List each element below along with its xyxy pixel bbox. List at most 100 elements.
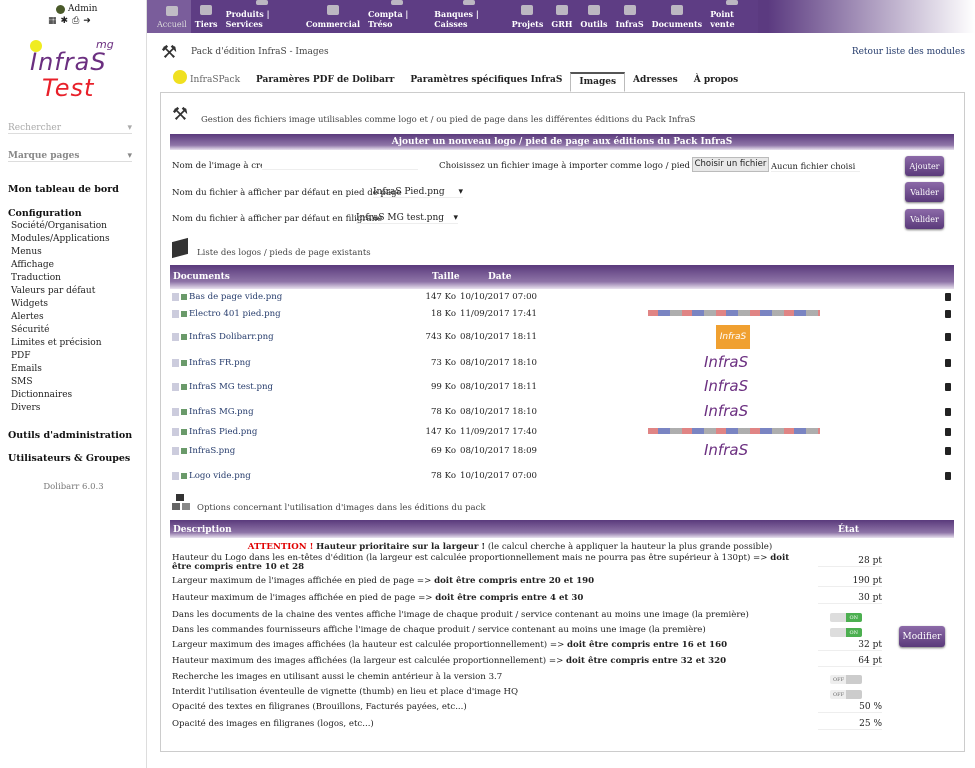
search-input[interactable]: Rechercher ▾ (8, 123, 132, 134)
sidebar-config-item[interactable]: PDF (11, 350, 110, 363)
topmenu-item[interactable]: Compta | Tréso (364, 0, 430, 33)
trash-icon[interactable] (945, 359, 951, 367)
file-preview-icon[interactable] (172, 358, 179, 367)
trash-icon[interactable] (945, 408, 951, 416)
back-to-modules-link[interactable]: Retour liste des modules (852, 47, 965, 57)
file-link[interactable]: InfraS MG test.png (189, 382, 273, 392)
sidebar-configuration[interactable]: Configuration (8, 208, 82, 219)
topmenu-item[interactable]: Accueil (147, 0, 191, 33)
sidebar-config-item[interactable]: Dictionnaires (11, 389, 110, 402)
tab[interactable]: Images (570, 72, 626, 92)
sidebar-config-item[interactable]: Menus (11, 246, 110, 259)
file-thumbnail[interactable]: InfraS (704, 441, 748, 459)
file-preview-icon[interactable] (172, 471, 179, 480)
option-value-input[interactable]: 50 % (818, 702, 882, 713)
toggle-switch[interactable]: OFF (830, 690, 862, 699)
tab[interactable]: Paramères PDF de Dolibarr (248, 72, 402, 92)
file-thumbnail[interactable] (648, 428, 820, 434)
file-thumbnail[interactable]: InfraS (704, 377, 748, 395)
trash-icon[interactable] (945, 310, 951, 318)
file-thumbnail[interactable]: InfraS (704, 353, 748, 371)
sidebar-config-item[interactable]: Société/Organisation (11, 220, 110, 233)
sidebar-config-item[interactable]: SMS (11, 376, 110, 389)
topmenu-item[interactable]: Outils (576, 0, 611, 33)
sidebar-config-item[interactable]: Widgets (11, 298, 110, 311)
file-link[interactable]: InfraS MG.png (189, 407, 254, 417)
trash-icon[interactable] (945, 428, 951, 436)
sidebar-users-groups[interactable]: Utilisateurs & Groupes (8, 453, 130, 464)
toggle-switch[interactable]: ON (830, 613, 862, 622)
validate-watermark-button[interactable]: Valider (905, 209, 944, 229)
trash-icon[interactable] (945, 333, 951, 341)
toggle-switch[interactable]: OFF (830, 675, 862, 684)
file-preview-icon[interactable] (172, 407, 179, 416)
tab[interactable]: Adresses (625, 72, 686, 92)
file-link[interactable]: InfraS.png (189, 446, 235, 456)
trash-icon[interactable] (945, 447, 951, 455)
sidebar-config-item[interactable]: Sécurité (11, 324, 110, 337)
file-thumbnail[interactable]: InfraS (716, 325, 750, 349)
sidebar-config-item[interactable]: Alertes (11, 311, 110, 324)
avatar[interactable] (56, 4, 65, 14)
file-link[interactable]: InfraS Dolibarr.png (189, 332, 274, 342)
file-thumbnail[interactable]: InfraS (704, 402, 748, 420)
sidebar-config-item[interactable]: Affichage (11, 259, 110, 272)
topmenu-item[interactable]: GRH (547, 0, 576, 33)
bookmarks-select[interactable]: Marque pages ▾ (8, 151, 132, 162)
validate-footer-button[interactable]: Valider (905, 182, 944, 202)
option-value-input[interactable]: 32 pt (818, 640, 882, 651)
topmenu-item[interactable]: Point vente (706, 0, 758, 33)
footer-image-select[interactable]: InfraS Pied.png ▾ (373, 187, 463, 198)
sidebar-admin-tools[interactable]: Outils d'administration (8, 430, 132, 441)
company-logo[interactable]: mg InfraS Test (26, 38, 126, 102)
topmenu-item[interactable]: InfraS (611, 0, 647, 33)
option-value-input[interactable]: 64 pt (818, 656, 882, 667)
image-name-input[interactable] (262, 156, 418, 170)
sidebar-config-item[interactable]: Traduction (11, 272, 110, 285)
calculator-icon[interactable]: ▦ (48, 16, 57, 26)
file-link[interactable]: InfraS Pied.png (189, 427, 257, 437)
file-preview-icon[interactable] (172, 446, 179, 455)
topmenu-item[interactable]: Banques | Caisses (430, 0, 507, 33)
sidebar-config-item[interactable]: Valeurs par défaut (11, 285, 110, 298)
topmenu-item[interactable]: Produits | Services (222, 0, 302, 33)
tab[interactable]: À propos (686, 72, 747, 92)
sidebar-config-item[interactable]: Modules/Applications (11, 233, 110, 246)
add-button[interactable]: Ajouter (905, 156, 944, 176)
file-link[interactable]: Bas de page vide.png (189, 292, 282, 302)
file-preview-icon[interactable] (172, 382, 179, 391)
trash-icon[interactable] (945, 472, 951, 480)
user-name[interactable]: Admin (68, 4, 97, 14)
trash-icon[interactable] (945, 383, 951, 391)
file-preview-icon[interactable] (172, 292, 179, 301)
modify-button[interactable]: Modifier (899, 626, 945, 647)
file-thumbnail[interactable] (648, 310, 820, 316)
trash-icon[interactable] (945, 293, 951, 301)
file-preview-icon[interactable] (172, 427, 179, 436)
topmenu-item[interactable]: Commercial (302, 0, 364, 33)
topmenu-item[interactable]: Tiers (191, 0, 222, 33)
file-link[interactable]: Electro 401 pied.png (189, 309, 281, 319)
file-link[interactable]: InfraS FR.png (189, 358, 251, 368)
toggle-switch[interactable]: ON (830, 628, 862, 637)
bug-icon[interactable]: ✱ (61, 16, 69, 26)
choose-file-button[interactable]: Choisir un fichier (692, 157, 769, 172)
sidebar-config-item[interactable]: Divers (11, 402, 110, 415)
option-value-input[interactable]: 30 pt (818, 593, 882, 604)
sidebar-config-item[interactable]: Emails (11, 363, 110, 376)
tab[interactable]: InfraSPack (165, 69, 248, 92)
file-preview-icon[interactable] (172, 309, 179, 318)
option-value-input[interactable]: 28 pt (818, 556, 882, 567)
tab[interactable]: Paramètres spécifiques InfraS (402, 72, 570, 92)
file-link[interactable]: Logo vide.png (189, 471, 251, 481)
sidebar-config-item[interactable]: Limites et précision (11, 337, 110, 350)
option-value-input[interactable]: 25 % (818, 719, 882, 730)
logout-icon[interactable]: ➜ (83, 16, 91, 26)
topmenu-item[interactable]: Projets (508, 0, 548, 33)
file-preview-icon[interactable] (172, 332, 179, 341)
topmenu-item[interactable]: Documents (648, 0, 707, 33)
print-icon[interactable]: ⎙ (72, 16, 79, 26)
sidebar-dashboard[interactable]: Mon tableau de bord (8, 184, 119, 195)
watermark-image-select[interactable]: InfraS MG test.png ▾ (356, 213, 458, 224)
option-value-input[interactable]: 190 pt (818, 576, 882, 587)
